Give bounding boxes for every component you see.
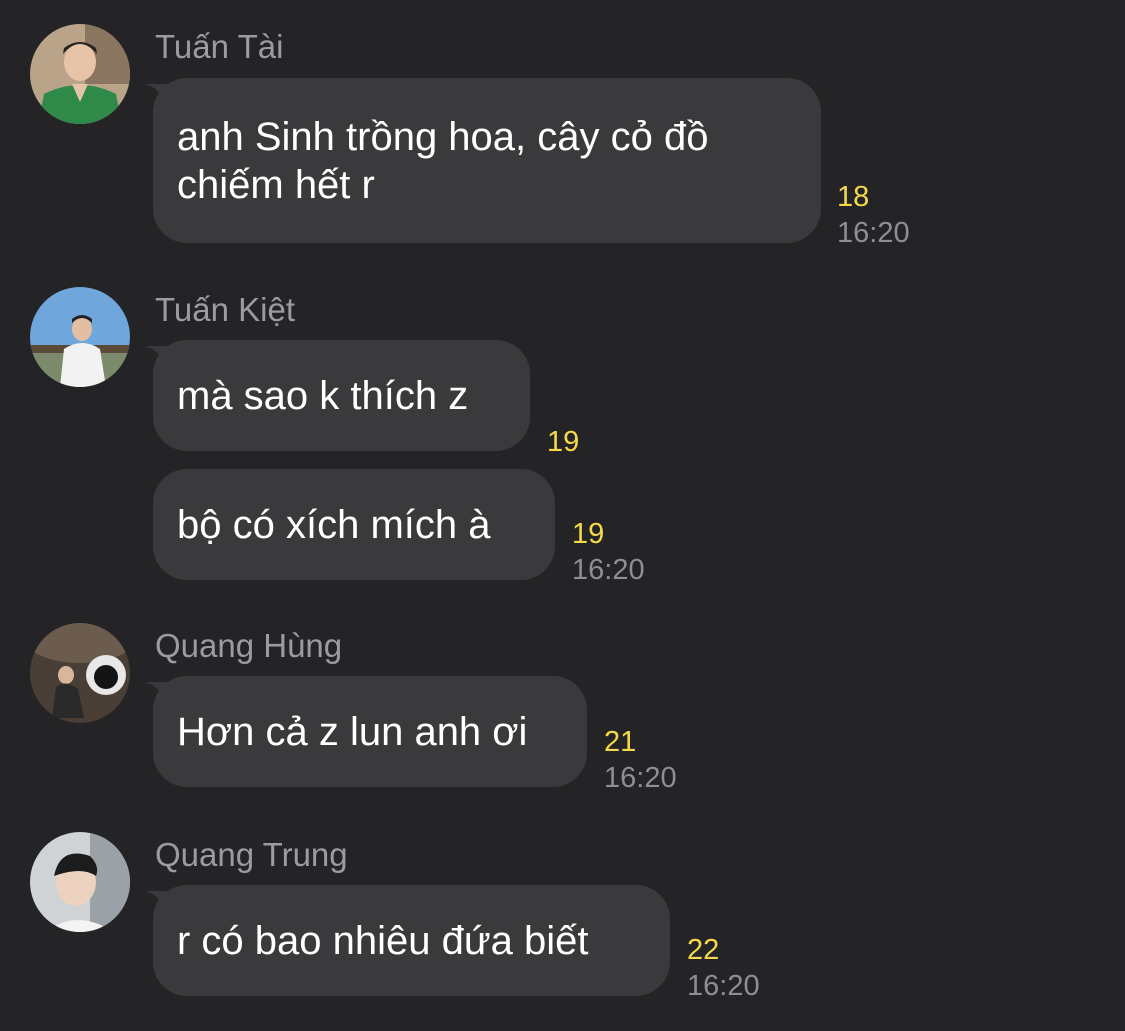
reaction-count[interactable]: 21: [604, 728, 636, 757]
bubble-tail: [144, 84, 166, 106]
avatar-quang-hung[interactable]: [30, 623, 130, 723]
reaction-count[interactable]: 19: [547, 428, 579, 457]
reaction-count[interactable]: 22: [687, 936, 719, 965]
reaction-count[interactable]: 18: [837, 183, 869, 212]
bubble-tail: [144, 891, 166, 913]
message-text: bộ có xích mích à: [177, 501, 490, 549]
message-text: Hơn cả z lun anh ơi: [177, 708, 527, 756]
message-bubble[interactable]: r có bao nhiêu đứa biết: [144, 885, 670, 996]
bubble-tail: [144, 346, 166, 368]
message-line: mà sao k thích z: [177, 373, 469, 418]
message-text: r có bao nhiêu đứa biết: [177, 917, 589, 965]
message-text: mà sao k thích z: [177, 372, 468, 420]
message-line: r có bao nhiêu đứa biết: [177, 918, 589, 963]
avatar-tuan-tai[interactable]: [30, 24, 130, 124]
message-time: 16:20: [687, 970, 760, 1002]
sender-name: Quang Hùng: [155, 627, 343, 664]
sender-name: Tuấn Tài: [155, 28, 284, 65]
message-time: 16:20: [604, 762, 677, 794]
message-bubble[interactable]: mà sao k thích z: [144, 340, 530, 451]
message-bubble[interactable]: bộ có xích mích à: [153, 469, 555, 580]
message-line: Hơn cả z lun anh ơi: [177, 709, 528, 754]
message-bubble[interactable]: anh Sinh trồng hoa, cây cỏ đồ chiếm hết …: [144, 78, 821, 243]
sender-name: Tuấn Kiệt: [155, 291, 296, 328]
avatar-tuan-kiet[interactable]: [30, 287, 130, 387]
reaction-count[interactable]: 19: [572, 520, 604, 549]
message-text: anh Sinh trồng hoa, cây cỏ đồ chiếm hết …: [177, 113, 708, 209]
message-time: 16:20: [837, 217, 910, 249]
message-line: anh Sinh trồng hoa, cây cỏ đồ: [177, 114, 709, 159]
bubble-tail: [144, 682, 166, 704]
message-line: bộ có xích mích à: [177, 502, 491, 547]
message-bubble[interactable]: Hơn cả z lun anh ơi: [144, 676, 587, 787]
message-line: chiếm hết r: [177, 162, 375, 207]
avatar-quang-trung[interactable]: [30, 832, 130, 932]
message-time: 16:20: [572, 554, 645, 586]
sender-name: Quang Trung: [155, 836, 348, 873]
